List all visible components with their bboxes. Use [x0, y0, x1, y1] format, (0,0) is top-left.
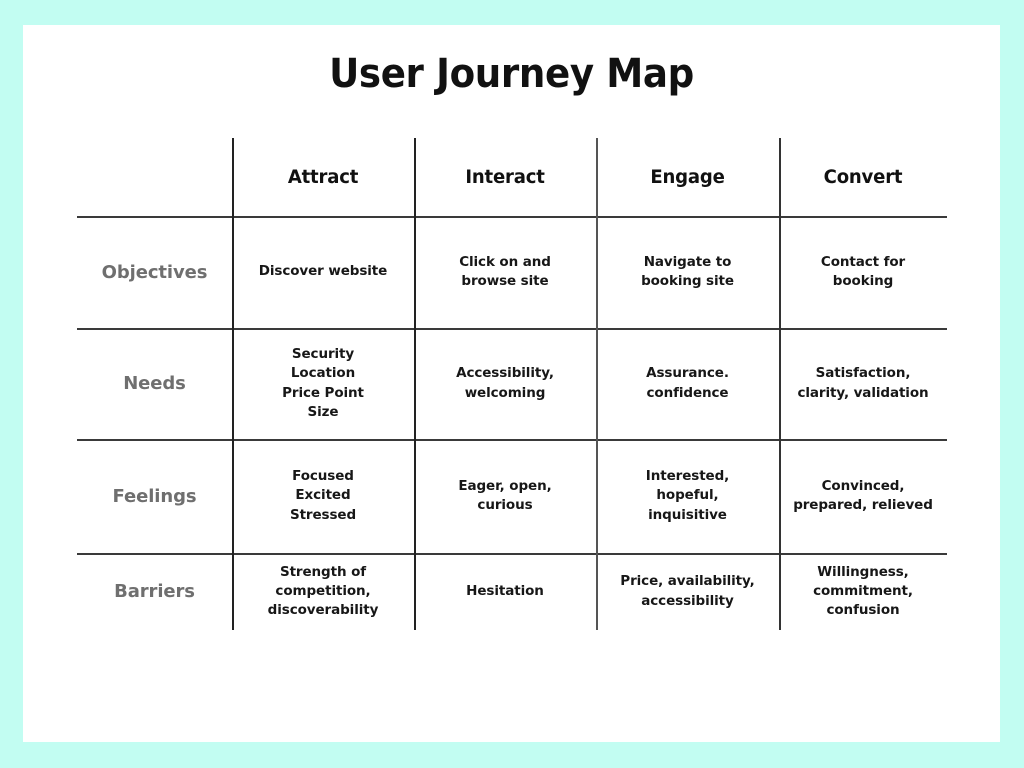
cell-barriers-interact: Hesitation [466, 582, 544, 599]
cell-barriers-attract: Strength of competition, discoverability [267, 563, 379, 619]
cell-objectives-attract: Discover website [258, 263, 388, 280]
row-header-feelings: Feelings [112, 485, 197, 507]
page-sheet: User Journey Map Attract Interact Engage… [23, 25, 1000, 742]
cell-objectives-interact: Click on and browse site [459, 253, 551, 289]
page-title: User Journey Map [329, 51, 694, 97]
cell-needs-convert: Satisfaction, clarity, validation [797, 365, 929, 401]
cell-barriers-convert: Willingness, commitment, confusion [813, 563, 913, 619]
column-header-engage: Engage [650, 166, 725, 188]
cell-needs-engage: Assurance. confidence [646, 365, 729, 401]
cell-objectives-convert: Contact for booking [820, 253, 906, 289]
cell-feelings-engage: Interested, hopeful, inquisitive [645, 468, 730, 523]
cell-feelings-interact: Eager, open, curious [458, 477, 552, 513]
column-header-attract: Attract [287, 166, 359, 188]
cell-needs-attract: Security Location Price Point Size [282, 346, 364, 420]
row-header-objectives: Objectives [101, 261, 208, 283]
cell-barriers-engage: Price, availability, accessibility [620, 573, 755, 609]
user-journey-table: Attract Interact Engage Convert Objectiv… [77, 138, 947, 630]
cell-feelings-convert: Convinced, prepared, relieved [793, 477, 933, 513]
row-header-needs: Needs [123, 373, 186, 394]
table-grid: Attract Interact Engage Convert Objectiv… [77, 138, 947, 630]
column-header-convert: Convert [823, 166, 903, 188]
cell-objectives-engage: Navigate to booking site [641, 253, 734, 289]
row-header-barriers: Barriers [114, 581, 195, 602]
cell-feelings-attract: Focused Excited Stressed [289, 468, 357, 523]
column-header-interact: Interact [465, 166, 545, 188]
cell-needs-interact: Accessibility, welcoming [456, 365, 554, 401]
table-corner-cell [77, 138, 232, 216]
